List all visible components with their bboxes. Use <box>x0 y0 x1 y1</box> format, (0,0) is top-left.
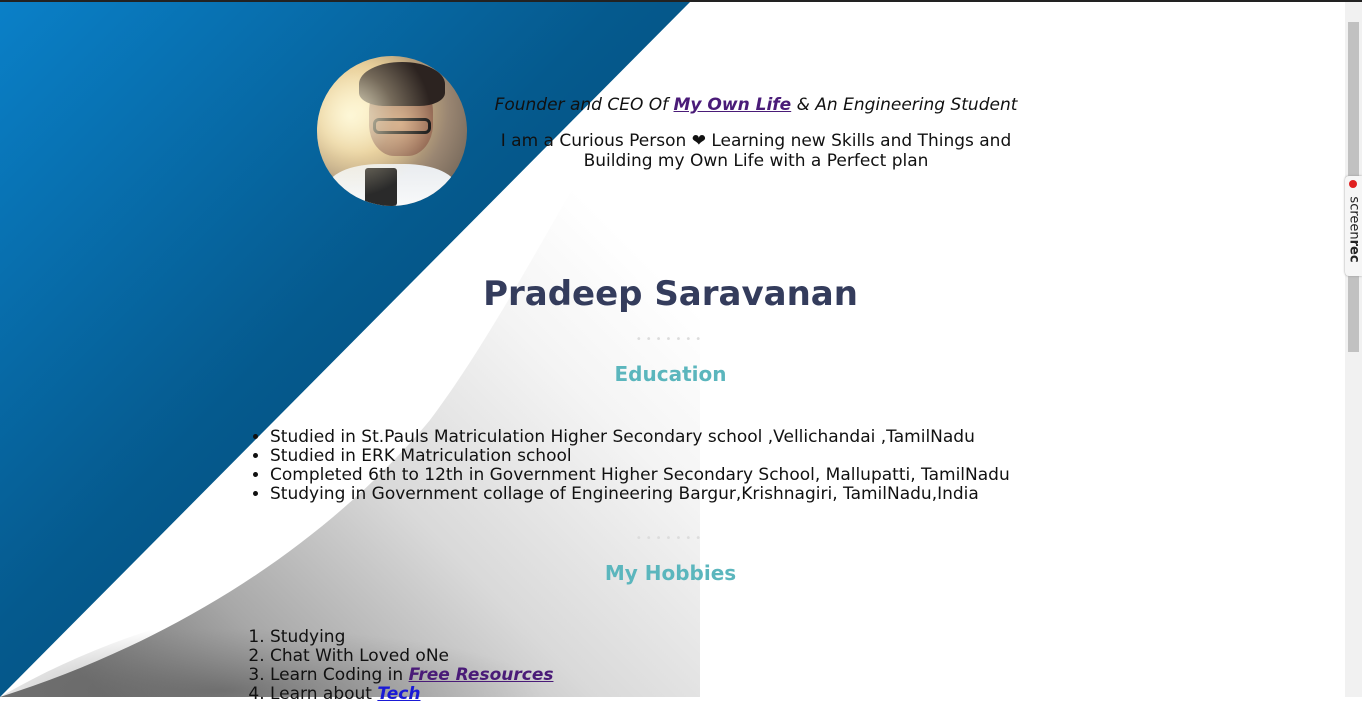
profile-about: I am a Curious Person ❤ Learning new Ski… <box>480 131 1032 171</box>
education-heading: Education <box>614 362 727 386</box>
window-top-border <box>0 0 1362 2</box>
section-divider: ••••••• <box>635 533 706 544</box>
screenrec-brand-bold: rec <box>1346 239 1362 263</box>
list-item: Studying in Government collage of Engine… <box>270 485 1010 504</box>
heart-icon: ❤ <box>691 131 706 151</box>
list-item: Studying <box>270 628 553 647</box>
hobby-text: Learn about <box>270 684 378 704</box>
free-resources-link[interactable]: Free Resources <box>409 665 554 685</box>
list-item: Completed 6th to 12th in Government High… <box>270 466 1010 485</box>
list-item: Learn about Tech <box>270 685 553 704</box>
section-divider: ••••••• <box>635 334 706 345</box>
screenrec-label: screenrec <box>1347 187 1362 273</box>
tagline-prefix: Founder and CEO Of <box>494 95 674 115</box>
screenrec-badge[interactable]: screenrec <box>1345 176 1362 276</box>
profile-name: Pradeep Saravanan <box>483 274 858 314</box>
vertical-scrollbar[interactable] <box>1345 2 1362 697</box>
list-item: Studied in ERK Matriculation school <box>270 447 1010 466</box>
tech-link[interactable]: Tech <box>377 684 420 704</box>
screenrec-brand-light: screen <box>1346 196 1362 240</box>
list-item: Studied in St.Pauls Matriculation Higher… <box>270 428 1010 447</box>
avatar-light-glare <box>317 56 467 206</box>
hobby-text: Learn Coding in <box>270 665 409 685</box>
hobbies-heading: My Hobbies <box>604 561 737 585</box>
about-prefix: I am a Curious Person <box>500 131 692 151</box>
hobbies-list: Studying Chat With Loved oNe Learn Codin… <box>248 628 553 704</box>
list-item: Chat With Loved oNe <box>270 647 553 666</box>
my-own-life-link[interactable]: My Own Life <box>674 95 792 115</box>
main-content: Founder and CEO Of My Own Life & An Engi… <box>0 0 1345 704</box>
list-item: Learn Coding in Free Resources <box>270 666 553 685</box>
tagline-suffix: & An Engineering Student <box>791 95 1018 115</box>
profile-avatar <box>317 56 467 206</box>
education-list: Studied in St.Pauls Matriculation Higher… <box>248 428 1010 504</box>
profile-tagline: Founder and CEO Of My Own Life & An Engi… <box>480 95 1032 115</box>
